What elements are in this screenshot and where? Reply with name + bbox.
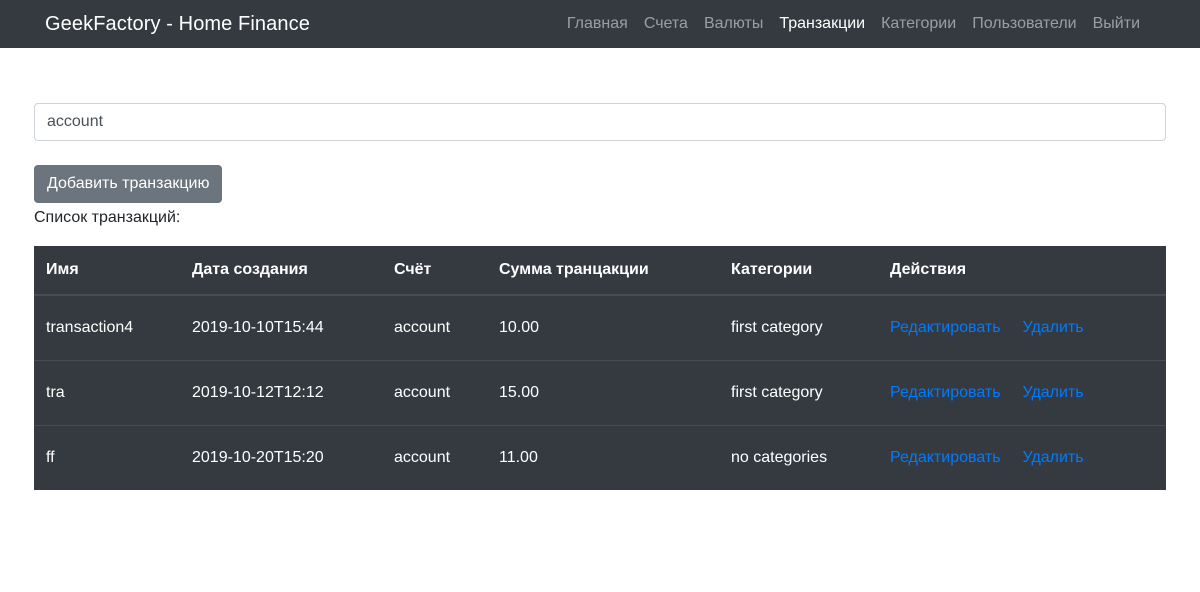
table-row: tra 2019-10-12T12:12 account 15.00 first… [34,360,1166,426]
cell-category: no categories [719,425,878,490]
brand-title[interactable]: GeekFactory - Home Finance [45,13,310,36]
cell-amount: 11.00 [487,425,719,490]
header-categories: Категории [719,246,878,296]
cell-amount: 10.00 [499,319,540,336]
edit-link[interactable]: Редактировать [890,319,1001,336]
nav-link-logout[interactable]: Выйти [1085,15,1148,33]
cell-name: tra [34,360,180,426]
cell-name: ff [34,425,180,490]
nav-link-currencies[interactable]: Валюты [696,15,771,33]
nav-link-users[interactable]: Пользователи [964,15,1084,33]
table-header-row: Имя Дата создания Счёт Сумма транцакции … [34,246,1166,296]
edit-link[interactable]: Редактировать [890,449,1001,466]
nav-link-transactions[interactable]: Транзакции [771,15,873,33]
list-title: Список транзакций: [34,209,181,226]
search-input[interactable] [34,103,1166,141]
nav-link-categories[interactable]: Категории [873,15,964,33]
table-row: ff 2019-10-20T15:20 account 11.00 no cat… [34,425,1166,490]
cell-category: first category [719,360,878,426]
header-actions: Действия [878,246,1166,296]
header-date: Дата создания [180,246,382,296]
cell-category: first category [731,319,823,336]
table-row: transaction4 2019-10-10T15:44 account 10… [34,295,1166,361]
cell-account: account [382,360,487,426]
nav-link-accounts[interactable]: Счета [636,15,696,33]
cell-date: 2019-10-10T15:44 [192,319,324,336]
cell-name: transaction4 [46,319,134,336]
cell-actions: Редактировать Удалить [878,360,1166,426]
main-content: Добавить транзакцию Список транзакций: И… [0,103,1200,490]
delete-link[interactable]: Удалить [1023,384,1084,401]
add-transaction-button[interactable]: Добавить транзакцию [34,165,223,203]
cell-date: 2019-10-12T12:12 [180,360,382,426]
cell-account: account [382,425,487,490]
header-amount: Сумма транцакции [487,246,719,296]
cell-account: account [394,319,451,336]
transactions-table: Имя Дата создания Счёт Сумма транцакции … [34,246,1166,490]
cell-amount: 15.00 [487,360,719,426]
delete-link[interactable]: Удалить [1023,319,1084,336]
header-name: Имя [34,246,180,296]
nav-link-home[interactable]: Главная [559,15,636,33]
cell-date: 2019-10-20T15:20 [180,425,382,490]
cell-actions: Редактировать Удалить [878,425,1166,490]
edit-link[interactable]: Редактировать [890,384,1001,401]
nav-links: Главная Счета Валюты Транзакции Категори… [559,15,1148,33]
header-account: Счёт [382,246,487,296]
delete-link[interactable]: Удалить [1023,449,1084,466]
navbar: GeekFactory - Home Finance Главная Счета… [0,0,1200,48]
cell-actions: Редактировать Удалить [878,295,1166,361]
